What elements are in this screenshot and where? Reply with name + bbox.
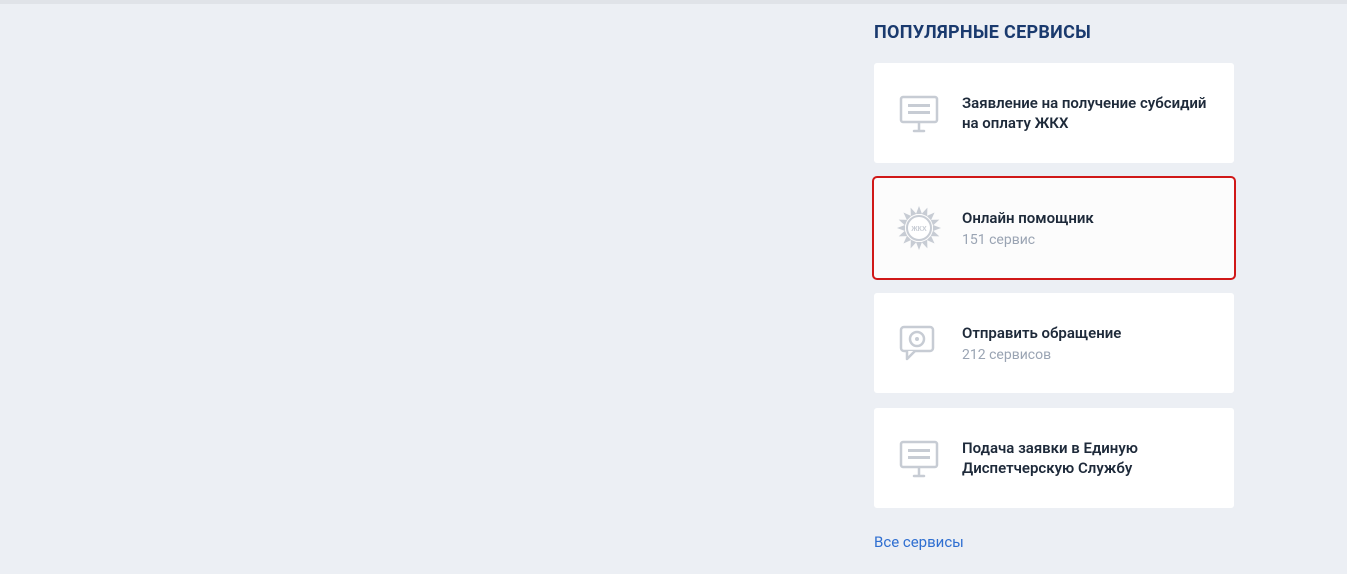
service-subtitle: 212 сервисов xyxy=(962,347,1214,363)
service-card-subsidies[interactable]: Заявление на получение субсидий на оплат… xyxy=(874,63,1234,163)
service-text: Подача заявки в Единую Диспетчерскую Слу… xyxy=(962,438,1214,479)
section-title: ПОПУЛЯРНЫЕ СЕРВИСЫ xyxy=(874,22,1234,43)
service-text: Отправить обращение 212 сервисов xyxy=(962,323,1214,362)
service-card-dispatch[interactable]: Подача заявки в Единую Диспетчерскую Слу… xyxy=(874,408,1234,508)
service-card-online-assistant[interactable]: ЖКХ Онлайн помощник 151 сервис xyxy=(874,178,1234,278)
service-title: Подача заявки в Единую Диспетчерскую Слу… xyxy=(962,438,1214,479)
service-text: Заявление на получение субсидий на оплат… xyxy=(962,93,1214,134)
chat-icon xyxy=(894,318,944,368)
top-border xyxy=(0,0,1347,4)
monitor-icon xyxy=(894,88,944,138)
service-subtitle: 151 сервис xyxy=(962,232,1214,248)
service-title: Онлайн помощник xyxy=(962,208,1214,228)
service-title: Отправить обращение xyxy=(962,323,1214,343)
monitor-icon xyxy=(894,433,944,483)
all-services-link[interactable]: Все сервисы xyxy=(874,533,964,551)
service-title: Заявление на получение субсидий на оплат… xyxy=(962,93,1214,134)
service-text: Онлайн помощник 151 сервис xyxy=(962,208,1214,247)
svg-text:ЖКХ: ЖКХ xyxy=(910,226,927,233)
popular-services-sidebar: ПОПУЛЯРНЫЕ СЕРВИСЫ Заявление на получени… xyxy=(874,22,1234,551)
service-card-send-appeal[interactable]: Отправить обращение 212 сервисов xyxy=(874,293,1234,393)
gear-icon: ЖКХ xyxy=(894,203,944,253)
